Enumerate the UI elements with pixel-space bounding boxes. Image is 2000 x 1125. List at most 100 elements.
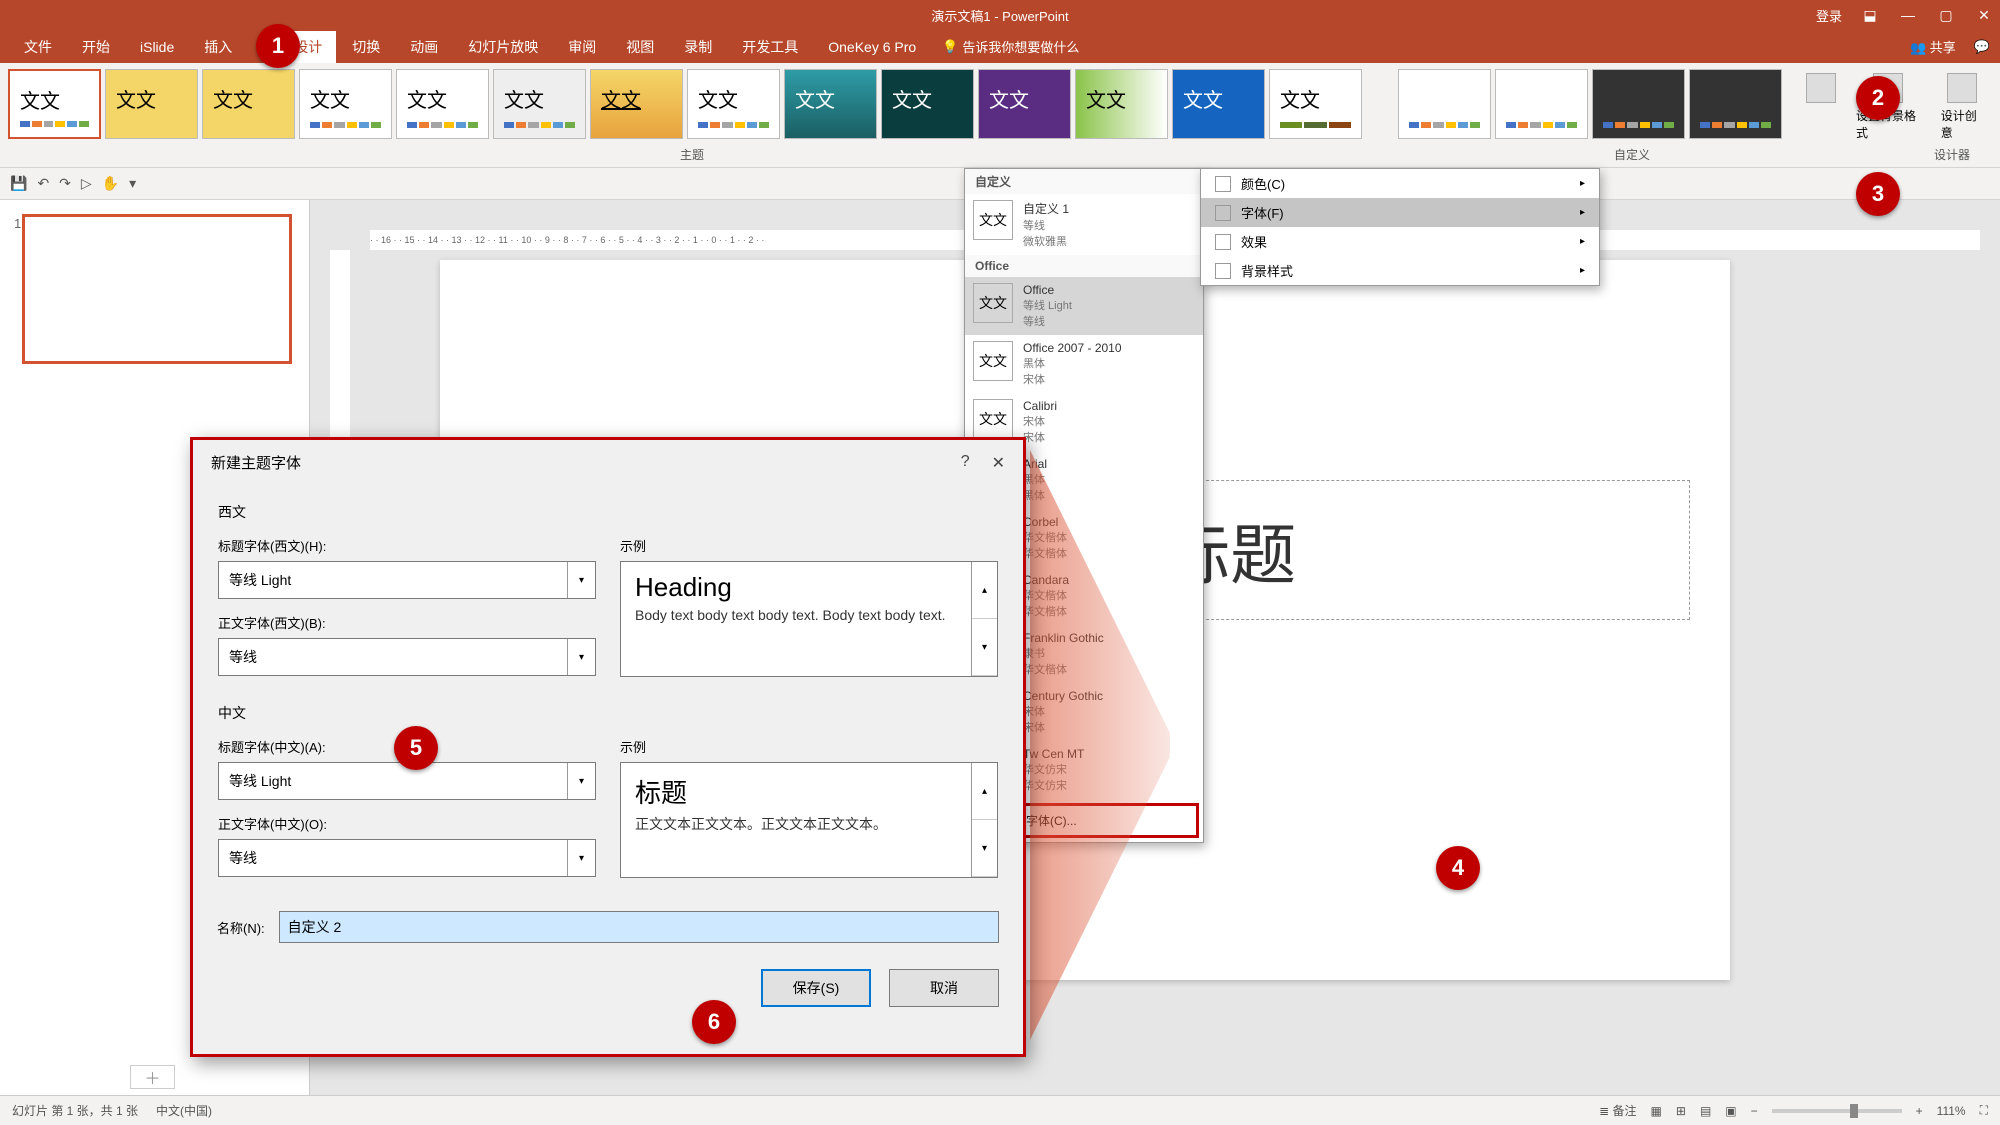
slide-count: 幻灯片 第 1 张，共 1 张 xyxy=(12,1102,138,1119)
view-slideshow-icon[interactable]: ▣ xyxy=(1725,1104,1736,1118)
font-scheme-item[interactable]: 文文Office 2007 - 2010黑体宋体 xyxy=(965,335,1203,393)
theme-thumb[interactable]: 文文 xyxy=(784,69,877,139)
callout-badge-1: 1 xyxy=(256,24,300,68)
add-slide-button[interactable]: ＋ xyxy=(130,1065,175,1089)
view-normal-icon[interactable]: ▦ xyxy=(1651,1104,1662,1118)
view-reading-icon[interactable]: ▤ xyxy=(1700,1104,1711,1118)
menu-effects[interactable]: 效果▸ xyxy=(1201,227,1599,256)
zoom-level[interactable]: 111% xyxy=(1937,1104,1966,1118)
redo-icon[interactable]: ↷ xyxy=(59,175,71,192)
tab-developer[interactable]: 开发工具 xyxy=(728,31,812,63)
chevron-down-icon[interactable]: ▾ xyxy=(567,840,595,876)
spin-down-icon[interactable]: ▾ xyxy=(972,619,997,676)
heading-western-combo[interactable]: 等线 Light▾ xyxy=(218,561,596,599)
save-icon[interactable]: 💾 xyxy=(10,175,27,192)
colors-icon xyxy=(1215,176,1231,192)
slide-thumbnail-1[interactable] xyxy=(22,214,292,364)
chevron-down-icon[interactable]: ▾ xyxy=(567,763,595,799)
callout-badge-2: 2 xyxy=(1856,76,1900,120)
body-western-combo[interactable]: 等线▾ xyxy=(218,638,596,676)
tab-onekey[interactable]: OneKey 6 Pro xyxy=(814,33,930,61)
slide-size-button[interactable] xyxy=(1802,69,1840,107)
sample-label: 示例 xyxy=(620,536,998,555)
ribbon-tabs: 文件 开始 iSlide 插入 设计 切换 动画 幻灯片放映 审阅 视图 录制 … xyxy=(0,30,2000,63)
ribbon-display-icon[interactable]: ⬓ xyxy=(1860,7,1880,24)
body-chinese-combo[interactable]: 等线▾ xyxy=(218,839,596,877)
section-western: 西文 xyxy=(218,502,998,522)
menu-bgstyles[interactable]: 背景样式▸ xyxy=(1201,256,1599,285)
start-slideshow-icon[interactable]: ▷ xyxy=(81,175,92,192)
font-scheme-item[interactable]: 文文 自定义 1等线微软雅黑 xyxy=(965,194,1203,255)
tab-insert[interactable]: 插入 xyxy=(190,31,246,63)
tab-view[interactable]: 视图 xyxy=(612,31,668,63)
variant-thumb[interactable] xyxy=(1398,69,1491,139)
help-icon[interactable]: ? xyxy=(961,453,970,473)
fonts-icon xyxy=(1215,205,1231,221)
theme-thumb[interactable]: 文文 xyxy=(590,69,683,139)
name-input[interactable] xyxy=(279,911,999,943)
theme-thumb[interactable]: 文文 xyxy=(978,69,1071,139)
tell-me[interactable]: 💡告诉我你想要做什么 xyxy=(942,37,1079,56)
tab-review[interactable]: 审阅 xyxy=(554,31,610,63)
theme-thumb[interactable]: 文文 xyxy=(881,69,974,139)
theme-thumb[interactable]: 文文 xyxy=(1269,69,1362,139)
view-sorter-icon[interactable]: ⊞ xyxy=(1676,1104,1686,1118)
theme-thumb[interactable]: 文文 xyxy=(1075,69,1168,139)
theme-thumb[interactable]: 文文 xyxy=(105,69,198,139)
variant-thumb[interactable] xyxy=(1495,69,1588,139)
variants-gallery[interactable] xyxy=(1390,63,1790,167)
tab-record[interactable]: 录制 xyxy=(670,31,726,63)
body-chinese-label: 正文字体(中文)(O): xyxy=(218,814,596,833)
language-label[interactable]: 中文(中国) xyxy=(156,1102,212,1119)
variant-thumb[interactable] xyxy=(1689,69,1782,139)
zoom-slider[interactable] xyxy=(1772,1109,1902,1113)
fontlist-office-header: Office xyxy=(965,255,1203,277)
close-window-icon[interactable]: ✕ xyxy=(1974,7,1994,24)
tab-file[interactable]: 文件 xyxy=(10,31,66,63)
undo-icon[interactable]: ↶ xyxy=(37,175,49,192)
menu-fonts[interactable]: 字体(F)▸ xyxy=(1201,198,1599,227)
chevron-down-icon[interactable]: ▾ xyxy=(567,639,595,675)
design-ideas-button[interactable]: 设计创意 xyxy=(1937,69,1988,145)
zoom-in-icon[interactable]: + xyxy=(1916,1104,1923,1118)
qat-more-icon[interactable]: ▾ xyxy=(129,175,136,192)
spin-up-icon[interactable]: ▴ xyxy=(972,562,997,619)
tab-islide[interactable]: iSlide xyxy=(126,33,188,61)
heading-western-label: 标题字体(西文)(H): xyxy=(218,536,596,555)
fit-window-icon[interactable]: ⛶ xyxy=(1980,1103,1988,1118)
font-scheme-item[interactable]: 文文Office等线 Light等线 xyxy=(965,277,1203,335)
save-button[interactable]: 保存(S) xyxy=(761,969,871,1007)
comments-icon[interactable]: 💬 xyxy=(1974,39,1990,55)
maximize-icon[interactable]: ▢ xyxy=(1936,7,1956,24)
tab-animations[interactable]: 动画 xyxy=(396,31,452,63)
notes-button[interactable]: ≣ 备注 xyxy=(1599,1102,1636,1119)
zoom-out-icon[interactable]: − xyxy=(1751,1104,1758,1118)
theme-thumb[interactable]: 文文 xyxy=(8,69,101,139)
chevron-right-icon: ▸ xyxy=(1580,207,1585,218)
minimize-icon[interactable]: — xyxy=(1898,7,1918,23)
tab-home[interactable]: 开始 xyxy=(68,31,124,63)
theme-thumb[interactable]: 文文 xyxy=(1172,69,1265,139)
spin-down-icon[interactable]: ▾ xyxy=(972,820,997,877)
spin-up-icon[interactable]: ▴ xyxy=(972,763,997,820)
theme-thumb[interactable]: 文文 xyxy=(299,69,392,139)
ribbon-design: 文文 文文 文文 文文 文文 文文 文文 文文 文文 文文 文文 文文 文文 文… xyxy=(0,63,2000,168)
tab-slideshow[interactable]: 幻灯片放映 xyxy=(454,31,552,63)
close-icon[interactable]: ✕ xyxy=(992,453,1005,473)
cancel-button[interactable]: 取消 xyxy=(889,969,999,1007)
menu-colors[interactable]: 颜色(C)▸ xyxy=(1201,169,1599,198)
theme-thumb[interactable]: 文文 xyxy=(396,69,489,139)
theme-thumb[interactable]: 文文 xyxy=(493,69,586,139)
tab-transitions[interactable]: 切换 xyxy=(338,31,394,63)
custom-group-label: 自定义 xyxy=(1614,146,1650,163)
touch-mode-icon[interactable]: ✋ xyxy=(102,175,119,192)
theme-thumb[interactable]: 文文 xyxy=(687,69,780,139)
theme-thumb[interactable]: 文文 xyxy=(202,69,295,139)
login-label[interactable]: 登录 xyxy=(1816,6,1842,25)
design-ideas-icon xyxy=(1947,73,1977,103)
chevron-down-icon[interactable]: ▾ xyxy=(567,562,595,598)
effects-icon xyxy=(1215,234,1231,250)
share-button[interactable]: 👥 共享 xyxy=(1910,37,1956,56)
variants-dropdown: 颜色(C)▸ 字体(F)▸ 效果▸ 背景样式▸ xyxy=(1200,168,1600,286)
variant-thumb[interactable] xyxy=(1592,69,1685,139)
